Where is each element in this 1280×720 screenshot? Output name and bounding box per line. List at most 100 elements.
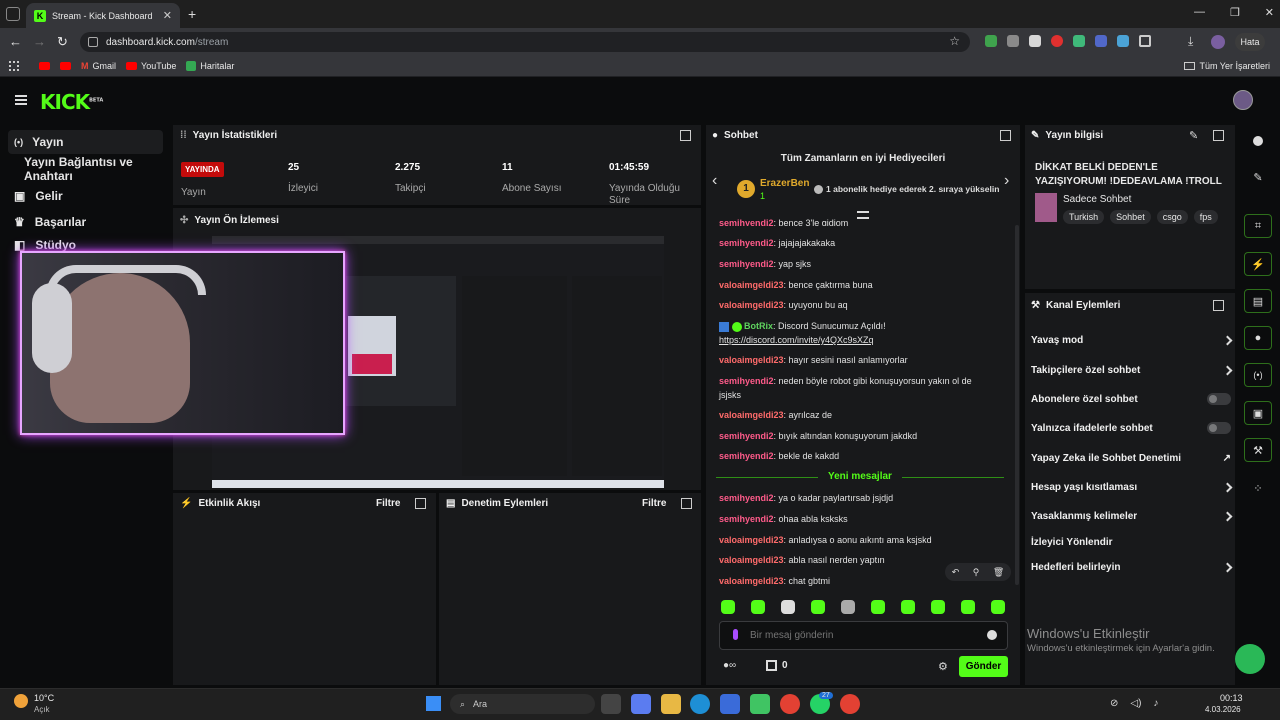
chrome-icon[interactable] — [780, 694, 800, 714]
rail-list-icon[interactable]: ▤ — [1244, 289, 1272, 313]
activity-filter-button[interactable]: Filtre — [376, 498, 400, 509]
hamburger-menu-icon[interactable] — [15, 95, 27, 105]
emote-icon[interactable] — [751, 600, 765, 614]
bookmark-gmail[interactable]: M Gmail — [81, 61, 116, 71]
address-bar[interactable]: dashboard.kick.com/stream ☆ — [80, 32, 970, 52]
extension-icon[interactable] — [1095, 35, 1107, 47]
emote-icon[interactable] — [811, 600, 825, 614]
user-avatar[interactable] — [1233, 90, 1253, 110]
download-icon[interactable]: ⤓ — [1188, 34, 1193, 49]
close-window-icon[interactable]: ✕ — [1265, 6, 1274, 19]
bookmark-youtube[interactable]: YouTube — [126, 61, 176, 71]
expand-icon[interactable] — [1213, 130, 1224, 141]
apps-grid-icon[interactable] — [9, 60, 19, 71]
chrome-profile-icon[interactable] — [840, 694, 860, 714]
goals-action[interactable]: Hedefleri belirleyin — [1031, 559, 1233, 575]
volume-icon[interactable]: ◁) — [1130, 698, 1141, 709]
system-tray-icons[interactable]: ⊘ ◁) ♪ — [1110, 698, 1158, 709]
clock-time[interactable]: 00:13 — [1220, 693, 1243, 703]
emotes-only-toggle[interactable] — [1207, 422, 1231, 434]
bookmark-maps[interactable]: Haritalar — [186, 60, 234, 71]
copilot-icon[interactable] — [631, 694, 651, 714]
rail-widget-icon[interactable]: ⌗ — [1244, 214, 1272, 238]
extension-icon[interactable] — [1029, 35, 1041, 47]
expand-icon[interactable] — [1000, 130, 1011, 141]
new-tab-button[interactable]: + — [188, 6, 196, 22]
extension-icon[interactable] — [1117, 35, 1129, 47]
emote-icon[interactable] — [871, 600, 885, 614]
expand-icon[interactable] — [415, 498, 426, 509]
gifters-next-icon[interactable]: › — [1004, 172, 1009, 190]
weather-temp[interactable]: 10°C — [34, 693, 54, 703]
emote-icon[interactable] — [721, 600, 735, 614]
tag[interactable]: Turkish — [1063, 210, 1105, 224]
sidebar-item-studio[interactable]: ◧ Stüdyo — [8, 238, 163, 252]
sidebar-item-achievements[interactable]: ♛ Başarılar — [8, 210, 163, 234]
pencil-icon[interactable]: ✎ — [1244, 165, 1272, 189]
account-age-action[interactable]: Hesap yaşı kısıtlaması — [1031, 479, 1233, 495]
gifters-prev-icon[interactable]: ‹ — [712, 172, 717, 190]
taskbar-search[interactable]: ⌕ Ara — [450, 694, 595, 714]
maximize-icon[interactable]: ❐ — [1230, 6, 1240, 19]
subscribers-only-action[interactable]: Abonelere özel sohbet — [1031, 391, 1231, 407]
clock-date[interactable]: 4.03.2026 — [1205, 705, 1241, 714]
followers-only-action[interactable]: Takipçilere özel sohbet — [1031, 362, 1233, 378]
rail-wrench-icon[interactable]: ⚒ — [1244, 438, 1272, 462]
emotes-only-action[interactable]: Yalnızca ifadelerle sohbet — [1031, 420, 1231, 436]
chat-scrollbar[interactable] — [1015, 225, 1019, 585]
minimize-icon[interactable]: — — [1194, 6, 1205, 19]
emote-icon[interactable] — [931, 600, 945, 614]
banned-words-action[interactable]: Yasaklanmış kelimeler — [1031, 508, 1233, 524]
extension-icons[interactable] — [985, 35, 1175, 49]
moderation-filter-button[interactable]: Filtre — [642, 498, 666, 509]
sidebar-item-stream[interactable]: (•) Yayın — [8, 130, 163, 154]
subscribers-only-toggle[interactable] — [1207, 393, 1231, 405]
discord-link[interactable]: https://discord.com/invite/y4QXc9sXZq — [719, 335, 874, 345]
emote-icon[interactable] — [961, 600, 975, 614]
expand-icon[interactable] — [1213, 300, 1224, 311]
expand-icon[interactable] — [680, 130, 691, 141]
kick-logo[interactable]: KICKBETA — [40, 90, 103, 114]
puzzle-icon[interactable] — [1139, 35, 1151, 47]
pinned-scroll-icon[interactable] — [857, 211, 869, 219]
edit-icon[interactable]: ✎ — [1189, 129, 1198, 142]
close-tab-icon[interactable]: ✕ — [163, 9, 172, 22]
rail-bolt-icon[interactable]: ⚡ — [1244, 252, 1272, 276]
category-name[interactable]: Sadece Sohbet — [1063, 194, 1131, 205]
tab-search-icon[interactable] — [6, 7, 20, 21]
tag[interactable]: csgo — [1156, 210, 1188, 224]
raid-action[interactable]: İzleyici Yönlendir — [1031, 534, 1231, 550]
browser-tab[interactable]: K Stream - Kick Dashboard ✕ — [26, 3, 180, 28]
emote-icon[interactable] — [781, 600, 795, 614]
store-app-icon[interactable] — [720, 694, 740, 714]
chat-settings-icon[interactable]: ⚙ — [938, 660, 948, 673]
emote-icon[interactable] — [841, 600, 855, 614]
extension-icon[interactable] — [1073, 35, 1085, 47]
store-icon[interactable] — [766, 660, 777, 671]
emote-icon[interactable] — [901, 600, 915, 614]
bookmark-star-icon[interactable]: ☆ — [949, 34, 960, 48]
extension-icon[interactable] — [1051, 35, 1063, 47]
forward-icon[interactable]: → — [33, 34, 46, 49]
tag[interactable]: fps — [1193, 210, 1218, 224]
all-bookmarks[interactable]: Tüm Yer İşaretleri — [1184, 61, 1270, 71]
site-info-icon[interactable] — [88, 37, 98, 47]
mic-tray-icon[interactable]: ♪ — [1153, 698, 1158, 709]
task-view-icon[interactable] — [601, 694, 621, 714]
info-icon[interactable] — [1244, 129, 1272, 153]
rail-preview-icon[interactable]: ▣ — [1244, 401, 1272, 425]
rail-chat-icon[interactable]: ● — [1244, 326, 1272, 350]
top-gifter-name[interactable]: ErazerBen — [760, 178, 809, 189]
tag[interactable]: Sohbet — [1110, 210, 1151, 224]
bookmark-item[interactable] — [60, 61, 71, 70]
ai-moderation-action[interactable]: Yapay Zeka ile Sohbet Denetimi ↗ — [1031, 450, 1231, 466]
sidebar-item-stream-key[interactable]: Yayın Bağlantısı ve Anahtarı — [8, 155, 170, 183]
rail-broadcast-icon[interactable]: (•) — [1244, 363, 1272, 387]
weather-desc[interactable]: Açık — [34, 705, 50, 714]
weather-icon[interactable] — [14, 694, 28, 708]
undo-icon[interactable]: ↶ — [952, 567, 960, 578]
channel-points-icon[interactable]: ●∞ — [723, 660, 736, 671]
shield-extension-icon[interactable] — [985, 35, 997, 47]
extension-icon[interactable] — [1007, 35, 1019, 47]
trash-icon[interactable]: 🗑 — [993, 567, 1004, 578]
